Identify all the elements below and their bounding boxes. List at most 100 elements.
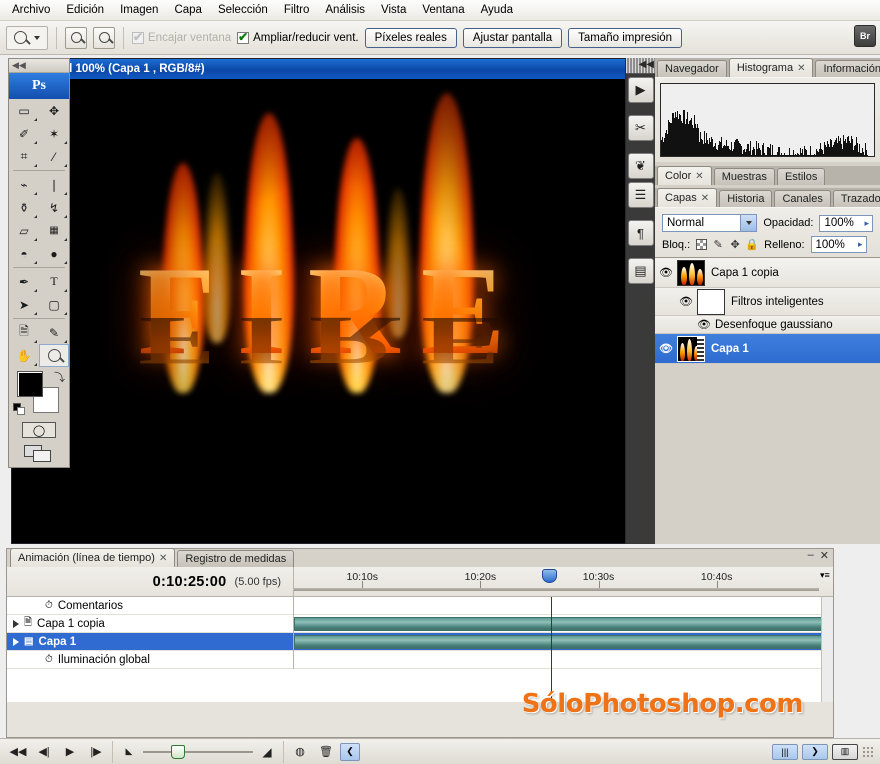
go-to-start-button[interactable]: ◀◀ — [6, 743, 30, 761]
tools-dock-icon[interactable]: ✂ — [627, 115, 654, 141]
eraser-tool[interactable]: ▱ — [9, 219, 39, 242]
next-frame-button[interactable]: |▶ — [84, 743, 108, 761]
menu-item-capa[interactable]: Capa — [166, 2, 210, 18]
quick-mask-icon[interactable]: ◯ — [22, 422, 56, 438]
brush-tool[interactable]: ❘ — [39, 173, 69, 196]
timeline-ruler[interactable]: 10:10s 10:20s 10:30s 10:40s — [294, 567, 819, 596]
dock-grip[interactable]: ◀◀ — [626, 58, 655, 74]
track-row-comentarios[interactable]: ⏱ Comentarios — [7, 596, 833, 615]
menu-item-ayuda[interactable]: Ayuda — [473, 2, 521, 18]
tab-navegador[interactable]: Navegador — [657, 60, 727, 77]
lock-pixels-icon[interactable]: ✎ — [712, 239, 724, 251]
playhead-line[interactable] — [550, 597, 552, 702]
layer-row-capa-1[interactable]: 👁 Capa 1 — [655, 334, 880, 364]
zoom-tool[interactable] — [39, 344, 69, 367]
opacity-field[interactable]: 100% ▸ — [819, 214, 873, 232]
hand-tool[interactable]: ✋ — [9, 344, 39, 367]
fill-field[interactable]: 100% ▸ — [810, 236, 867, 253]
menu-item-ventana[interactable]: Ventana — [414, 2, 472, 18]
eye-icon[interactable]: 👁 — [693, 318, 715, 331]
animation-dock-icon[interactable]: ▶ — [627, 77, 654, 103]
lasso-tool[interactable]: ✐ — [9, 122, 39, 145]
zoom-in-icon[interactable] — [65, 26, 87, 49]
pen-tool[interactable]: ✒ — [9, 270, 39, 293]
bridge-icon[interactable]: Br — [854, 25, 876, 47]
tab-estilos[interactable]: Estilos — [776, 168, 826, 185]
tab-capas[interactable]: Capas ✕ — [657, 188, 718, 207]
actual-pixels-button[interactable]: Píxeles reales — [364, 27, 457, 48]
timeline-zoom-slider[interactable] — [143, 744, 253, 759]
resize-window-checkbox[interactable]: Ampliar/reducir vent. — [237, 30, 359, 44]
screen-mode-icon[interactable] — [24, 445, 54, 463]
timeline-vertical-scrollbar[interactable] — [821, 597, 833, 702]
close-icon[interactable]: ✕ — [820, 549, 829, 562]
healing-brush-tool[interactable]: ⌁ — [9, 173, 39, 196]
slice-tool[interactable]: ⁄ — [39, 145, 69, 168]
panel-menu-icon[interactable]: ▾≡ — [819, 567, 833, 596]
foreground-color-swatch[interactable] — [17, 371, 43, 397]
tab-muestras[interactable]: Muestras — [713, 168, 775, 185]
magic-wand-tool[interactable]: ✶ — [39, 122, 69, 145]
timeline-zoom-out-icon[interactable]: ◣ — [117, 743, 141, 761]
menu-item-archivo[interactable]: Archivo — [4, 2, 58, 18]
document-title-bar[interactable]: firetech al 100% (Capa 1 , RGB/8#) — [12, 59, 653, 79]
close-icon[interactable]: ✕ — [701, 193, 709, 204]
tab-histograma[interactable]: Histograma ✕ — [728, 58, 814, 77]
layer-row-filtros-inteligentes[interactable]: 👁 Filtros inteligentes — [655, 288, 880, 316]
gradient-tool[interactable]: ▦ — [39, 219, 69, 242]
close-icon[interactable]: ✕ — [797, 63, 805, 74]
previous-frame-button[interactable]: ◀| — [32, 743, 56, 761]
tool-presets-dock-icon[interactable]: ☰ — [627, 182, 654, 208]
playhead-marker[interactable] — [541, 569, 557, 583]
eye-icon[interactable]: 👁 — [675, 295, 697, 308]
tab-historia[interactable]: Historia — [719, 190, 773, 207]
convert-to-frames-icon[interactable]: ❮ — [340, 742, 360, 761]
fit-window-checkbox[interactable]: Encajar ventana — [132, 30, 231, 44]
play-button[interactable]: ▶ — [58, 743, 82, 761]
layer-thumbnail[interactable] — [677, 259, 705, 286]
eye-icon[interactable]: 👁 — [655, 342, 677, 355]
document-canvas[interactable]: FIRE FIRE — [12, 79, 653, 543]
chevron-right-icon[interactable]: ▸ — [858, 239, 866, 250]
tool-palette-grip[interactable]: ◀◀ — [9, 59, 69, 73]
crop-tool[interactable]: ⌗ — [9, 145, 39, 168]
disclosure-triangle-icon[interactable] — [13, 637, 19, 646]
character-dock-icon[interactable]: ▤ — [627, 258, 654, 284]
print-size-button[interactable]: Tamaño impresión — [568, 27, 683, 48]
path-selection-tool[interactable]: ➤ — [9, 293, 39, 316]
clone-stamp-tool[interactable]: ⚱ — [9, 196, 39, 219]
menu-item-vista[interactable]: Vista — [373, 2, 414, 18]
shape-tool[interactable]: ▢ — [39, 293, 69, 316]
current-timecode[interactable]: 0:10:25:00 — [153, 574, 227, 590]
trash-icon[interactable]: 🗑 — [314, 743, 338, 761]
menu-item-filtro[interactable]: Filtro — [276, 2, 318, 18]
onion-skin-icon[interactable]: ◍ — [288, 743, 312, 761]
track-row-capa-1[interactable]: ▤ Capa 1 — [7, 632, 833, 651]
layer-thumbnail[interactable] — [677, 335, 705, 362]
collapse-arrows-icon[interactable]: ◀◀ — [639, 59, 654, 70]
tab-trazados[interactable]: Trazados — [832, 190, 880, 207]
track-row-iluminacion-global[interactable]: ⏱ Iluminación global — [7, 650, 833, 669]
collapse-arrows-icon[interactable]: ◀◀ — [12, 60, 26, 71]
resize-grip[interactable] — [862, 745, 874, 758]
layer-row-capa-1-copia[interactable]: 👁 Capa 1 copia — [655, 258, 880, 288]
tab-canales[interactable]: Canales — [774, 190, 831, 207]
dodge-tool[interactable]: ● — [39, 242, 69, 265]
default-colors-icon[interactable] — [13, 403, 25, 415]
expand-button[interactable]: ❯ — [802, 743, 828, 760]
move-tool[interactable]: ✥ — [39, 99, 69, 122]
brushes-dock-icon[interactable]: ❦ — [627, 153, 654, 179]
lock-position-icon[interactable]: ✥ — [729, 239, 741, 251]
track-duration-bar[interactable] — [294, 634, 825, 649]
close-icon[interactable]: ✕ — [159, 553, 167, 564]
tab-color[interactable]: Color ✕ — [657, 166, 712, 185]
menu-item-analisis[interactable]: Análisis — [317, 2, 373, 18]
tab-registro-de-medidas[interactable]: Registro de medidas — [177, 550, 295, 567]
lock-transparency-icon[interactable] — [696, 239, 708, 250]
layer-row-desenfoque-gaussiano[interactable]: 👁 Desenfoque gaussiano — [655, 316, 880, 334]
track-duration-bar[interactable] — [294, 616, 825, 631]
lock-all-icon[interactable]: 🔒 — [745, 239, 759, 251]
menu-item-imagen[interactable]: Imagen — [112, 2, 166, 18]
menu-item-seleccion[interactable]: Selección — [210, 2, 276, 18]
disclosure-triangle-icon[interactable] — [13, 619, 19, 628]
